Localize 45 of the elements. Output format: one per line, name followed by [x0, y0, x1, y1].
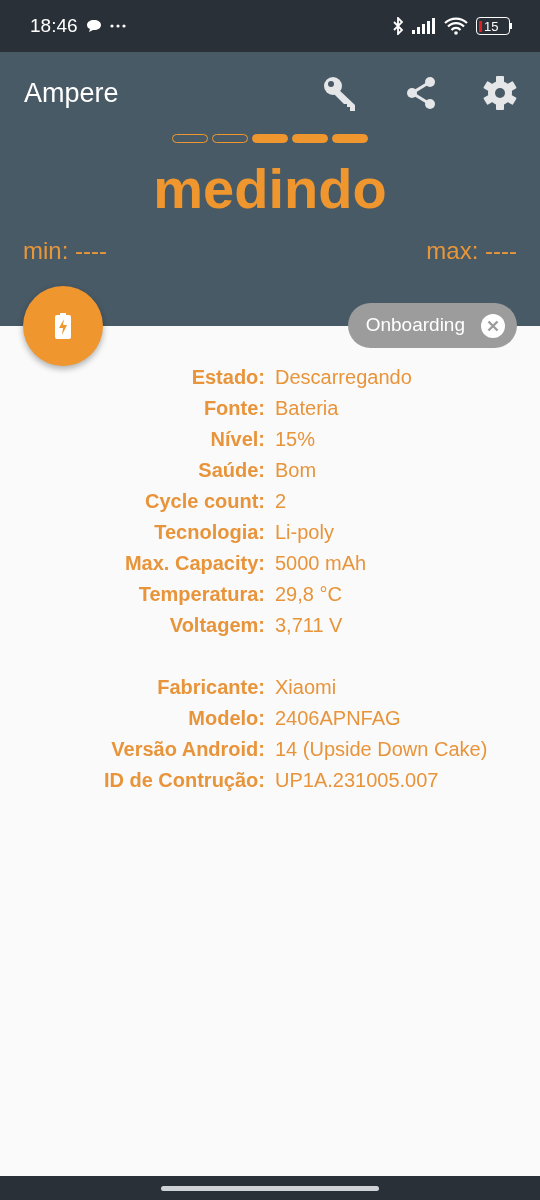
info-value: Li-poly	[275, 520, 335, 545]
signal-icon	[412, 18, 436, 34]
max-reading: max: ----	[426, 236, 517, 266]
more-icon	[109, 24, 126, 28]
settings-icon[interactable]	[482, 75, 518, 111]
info-value: 2	[275, 489, 288, 514]
wifi-icon	[444, 17, 468, 35]
info-value: Bateria	[275, 396, 340, 421]
info-label: Versão Android:	[110, 737, 265, 762]
min-reading: min: ----	[23, 236, 107, 266]
status-time: 18:46	[30, 13, 78, 38]
info-label: Temperatura:	[137, 582, 265, 607]
battery-button[interactable]	[23, 286, 103, 366]
info-value: 3,711 V	[275, 613, 344, 638]
info-value: 14 (Upside Down Cake)	[275, 737, 489, 762]
info-label: Cycle count:	[143, 489, 265, 514]
info-label: Nível:	[209, 427, 265, 452]
info-label: Fabricante:	[156, 675, 265, 700]
info-value: 5000 mAh	[275, 551, 368, 576]
info-value: 2406APNFAG	[275, 706, 402, 731]
home-indicator[interactable]	[161, 1185, 379, 1191]
measuring-status: medindo	[153, 161, 387, 217]
info-value: Xiaomi	[275, 675, 338, 700]
info-label: Saúde:	[197, 458, 265, 483]
info-label: ID de Contrução:	[102, 768, 265, 793]
battery-icon: 15	[476, 17, 512, 35]
info-value: 15%	[275, 427, 317, 452]
info-label: Modelo:	[187, 706, 265, 731]
info-value: Descarregando	[275, 365, 413, 390]
battery-charging-icon	[55, 313, 71, 339]
chat-bubble-icon	[85, 19, 102, 33]
onboarding-chip[interactable]: Onboarding	[347, 303, 517, 348]
key-icon[interactable]	[322, 75, 358, 111]
info-label: Voltagem:	[168, 613, 265, 638]
info-value: UP1A.231005.007	[275, 768, 440, 793]
info-label: Tecnologia:	[153, 520, 265, 545]
info-value: 29,8 °C	[275, 582, 343, 607]
app-title: Ampere	[24, 76, 120, 110]
info-label: Fonte:	[202, 396, 265, 421]
close-icon[interactable]	[481, 313, 505, 338]
bluetooth-icon	[392, 17, 404, 35]
share-icon[interactable]	[404, 76, 438, 110]
info-value: Bom	[275, 458, 318, 483]
info-label: Max. Capacity:	[123, 551, 265, 576]
info-label: Estado:	[190, 365, 265, 390]
